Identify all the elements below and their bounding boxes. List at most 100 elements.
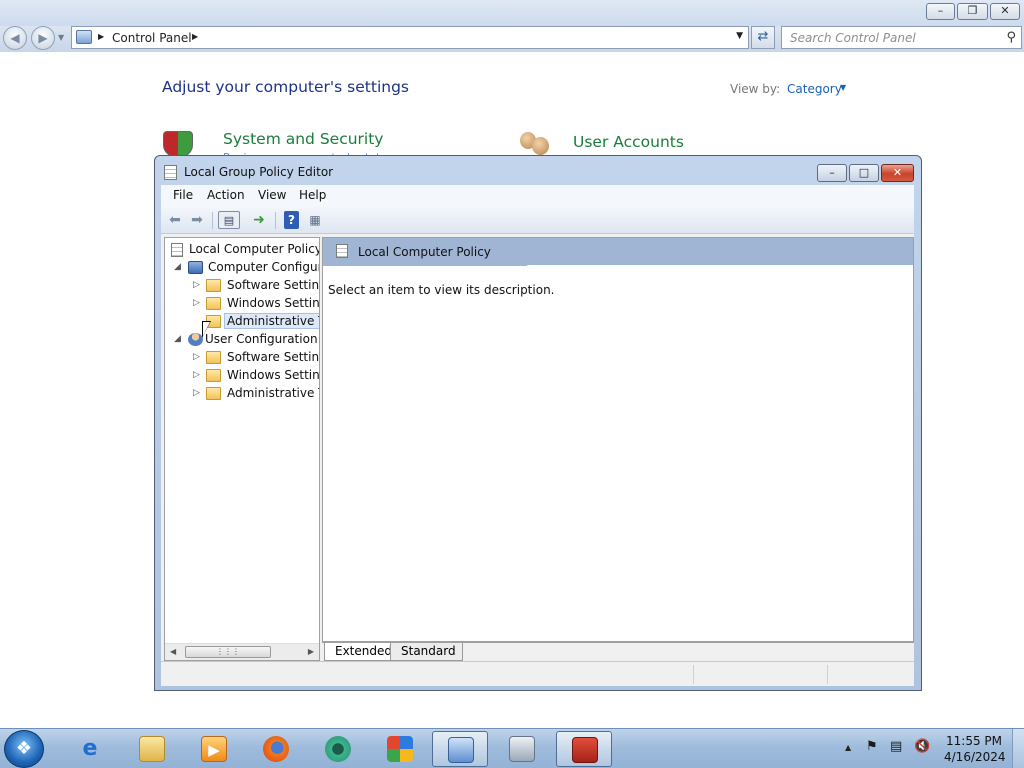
- forward-arrow-icon[interactable]: ➡: [188, 211, 206, 229]
- expand-arrow-icon[interactable]: ▷: [193, 388, 200, 398]
- menu-file[interactable]: File: [173, 188, 193, 202]
- status-bar: [161, 661, 914, 686]
- action-center-flag-icon[interactable]: ⚑: [866, 739, 878, 754]
- breadcrumb-control-panel[interactable]: Control Panel: [112, 31, 192, 45]
- expand-arrow-icon[interactable]: ▷: [193, 298, 200, 308]
- window-title: Local Group Policy Editor: [184, 165, 334, 179]
- minimize-button[interactable]: –: [817, 164, 847, 182]
- control-panel-icon: [76, 30, 92, 44]
- collapse-arrow-icon[interactable]: ◢: [174, 262, 181, 272]
- tree-item-windows-settings[interactable]: ▷ Windows Settings: [165, 367, 319, 385]
- recent-pages-icon[interactable]: ▼: [58, 33, 64, 42]
- toolbox-icon[interactable]: [556, 731, 612, 767]
- taskbar: ❖ e ▶ ▲ ⚑ ▤ 🔇 11:55 PM 4/16/2024: [0, 728, 1024, 768]
- scroll-left-icon[interactable]: ◀: [170, 647, 176, 656]
- folder-icon: [206, 387, 221, 400]
- view-by-dropdown[interactable]: Category: [787, 82, 842, 96]
- tree-item-label: Software Settings: [227, 278, 320, 292]
- tree-item-computer-configuration[interactable]: ◢ Computer Configuration: [165, 259, 319, 277]
- clock-date[interactable]: 4/16/2024: [944, 750, 1006, 764]
- policy-tree[interactable]: Local Computer Policy ◢ Computer Configu…: [164, 237, 320, 661]
- close-button[interactable]: ✕: [990, 3, 1020, 20]
- navigation-bar: ◀ ▶ ▼ ▶ Control Panel ▶ ▼ ⇄ Search Contr…: [0, 26, 1024, 52]
- maximize-button[interactable]: □: [849, 164, 879, 182]
- file-explorer-icon[interactable]: [124, 731, 180, 767]
- expand-arrow-icon[interactable]: ▷: [193, 352, 200, 362]
- status-divider: [827, 665, 828, 684]
- details-pane: Local Computer Policy Select an item to …: [322, 237, 914, 642]
- tree-item-administrative-templates[interactable]: Administrative Templates: [165, 313, 319, 331]
- menu-action[interactable]: Action: [207, 188, 245, 202]
- policy-scroll-icon: [171, 243, 183, 257]
- tree-item-user-configuration[interactable]: ◢ User Configuration: [165, 331, 319, 349]
- forward-button[interactable]: ▶: [31, 26, 55, 50]
- tab-extended[interactable]: Extended: [324, 643, 399, 661]
- folder-icon: [206, 369, 221, 382]
- users-icon: [518, 131, 554, 157]
- show-hide-tree-icon[interactable]: ▤: [218, 211, 240, 229]
- tree-item-windows-settings[interactable]: ▷ Windows Settings: [165, 295, 319, 313]
- start-button[interactable]: ❖: [4, 730, 44, 768]
- back-arrow-icon[interactable]: ⬅: [166, 211, 184, 229]
- editor-body: Local Computer Policy ◢ Computer Configu…: [161, 234, 914, 661]
- address-bar[interactable]: ▶ Control Panel ▶ ▼: [71, 26, 749, 49]
- category-system-security-link[interactable]: System and Security: [223, 130, 383, 148]
- collapse-arrow-icon[interactable]: ◢: [174, 334, 181, 344]
- control-panel-icon[interactable]: [432, 731, 488, 767]
- details-header: Local Computer Policy: [323, 238, 913, 266]
- category-user-accounts-link[interactable]: User Accounts: [573, 133, 684, 151]
- shield-icon: [163, 131, 193, 157]
- policy-scroll-icon: [164, 165, 177, 180]
- group-policy-editor-window: Local Group Policy Editor – □ ✕ File Act…: [154, 155, 922, 691]
- view-tabs: Extended Standard: [322, 642, 914, 661]
- breadcrumb-arrow-icon[interactable]: ▶: [98, 32, 104, 41]
- menu-view[interactable]: View: [258, 188, 286, 202]
- tree-item-local-computer-policy[interactable]: Local Computer Policy: [165, 241, 320, 259]
- help-icon[interactable]: ?: [284, 211, 299, 229]
- horizontal-scrollbar[interactable]: ◀ ⋮⋮⋮ ▶: [165, 643, 319, 660]
- menu-help[interactable]: Help: [299, 188, 326, 202]
- details-title: Local Computer Policy: [358, 245, 491, 259]
- internet-explorer-icon[interactable]: e: [62, 731, 118, 767]
- chevron-down-icon[interactable]: ▼: [840, 83, 846, 92]
- view-by-label: View by:: [730, 82, 781, 96]
- computer-icon: [188, 261, 203, 274]
- windows-logo-icon[interactable]: [372, 731, 428, 767]
- export-list-icon[interactable]: ➜: [249, 211, 269, 229]
- back-button[interactable]: ◀: [3, 26, 27, 50]
- network-icon[interactable]: ▤: [890, 739, 902, 754]
- control-panel-titlebar: – ❐ ✕: [0, 0, 1024, 26]
- tree-item-software-settings[interactable]: ▷ Software Settings: [165, 349, 319, 367]
- properties-icon[interactable]: ▦: [306, 211, 324, 229]
- scroll-right-icon[interactable]: ▶: [308, 647, 314, 656]
- group-policy-icon[interactable]: [494, 731, 550, 767]
- expand-arrow-icon[interactable]: ▷: [193, 370, 200, 380]
- scrollbar-thumb[interactable]: ⋮⋮⋮: [185, 646, 271, 658]
- tree-item-administrative-templates[interactable]: ▷ Administrative Templates: [165, 385, 319, 403]
- tab-standard[interactable]: Standard: [390, 643, 463, 661]
- clock-time[interactable]: 11:55 PM: [944, 734, 1004, 748]
- show-desktop-button[interactable]: [1012, 729, 1024, 768]
- minimize-button[interactable]: –: [926, 3, 955, 20]
- volume-muted-icon[interactable]: 🔇: [914, 739, 930, 754]
- breadcrumb-arrow-icon[interactable]: ▶: [192, 32, 198, 41]
- toolbar-separator: [275, 212, 276, 229]
- restore-button[interactable]: ❐: [957, 3, 988, 20]
- search-input[interactable]: Search Control Panel ⚲: [781, 26, 1022, 49]
- address-dropdown-icon[interactable]: ▼: [736, 31, 743, 41]
- tree-item-label: Local Computer Policy: [189, 242, 320, 256]
- tree-item-software-settings[interactable]: ▷ Software Settings: [165, 277, 320, 295]
- expand-arrow-icon[interactable]: ▷: [193, 280, 200, 290]
- refresh-button[interactable]: ⇄: [751, 26, 775, 49]
- show-hidden-icons-icon[interactable]: ▲: [845, 743, 851, 752]
- folder-icon: [206, 279, 221, 292]
- policy-scroll-icon: [336, 244, 348, 258]
- toolbar: ⬅ ➡ ▤ ➜ ? ▦: [161, 207, 914, 234]
- status-divider: [693, 665, 694, 684]
- chrome-icon[interactable]: [310, 731, 366, 767]
- close-button[interactable]: ✕: [881, 164, 914, 182]
- firefox-icon[interactable]: [248, 731, 304, 767]
- search-icon[interactable]: ⚲: [1006, 30, 1016, 45]
- folder-icon: [206, 351, 221, 364]
- media-player-icon[interactable]: ▶: [186, 731, 242, 767]
